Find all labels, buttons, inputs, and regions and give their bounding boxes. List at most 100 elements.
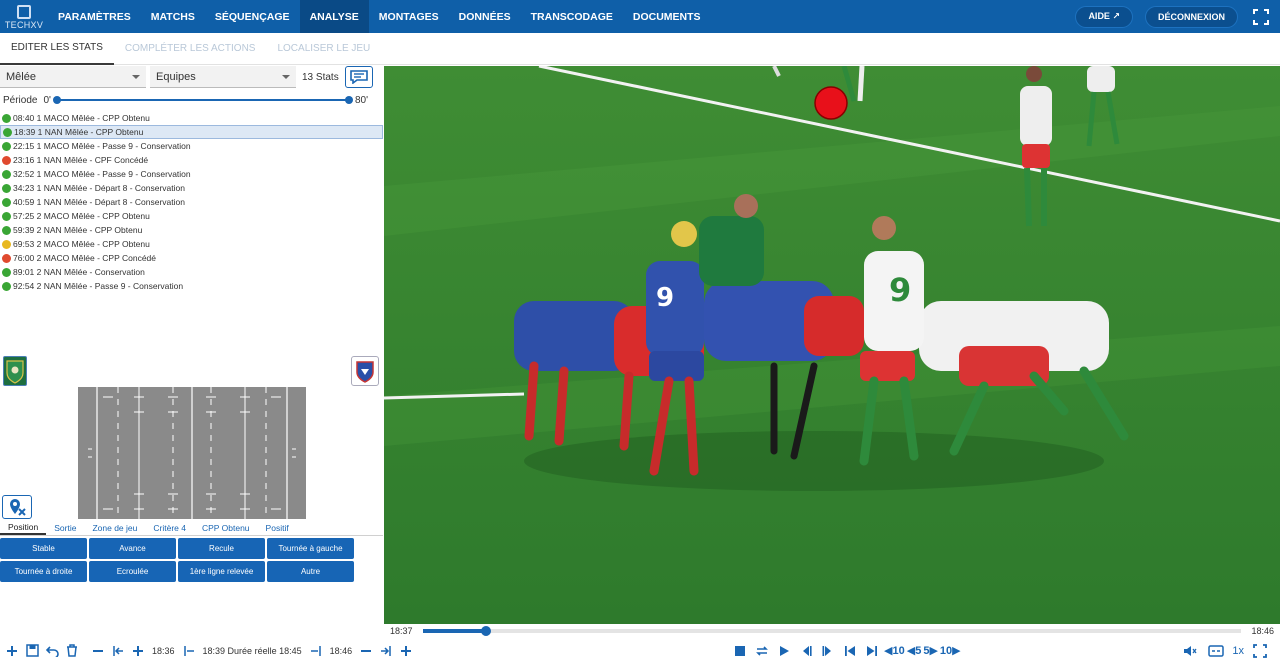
criteria-tab[interactable]: Critère 4: [145, 520, 194, 535]
nav-item[interactable]: ANALYSE: [299, 0, 369, 33]
sub-tab[interactable]: COMPLÉTER LES ACTIONS: [114, 33, 267, 65]
loop-icon[interactable]: [752, 641, 772, 661]
list-item[interactable]: 22:15 1 MACO Mêlée - Passe 9 - Conservat…: [0, 139, 383, 153]
nav-item[interactable]: MATCHS: [141, 0, 205, 33]
list-item[interactable]: 69:53 2 MACO Mêlée - CPP Obtenu: [0, 237, 383, 251]
top-nav: TECHXV PARAMÈTRES MATCHS SÉQUENÇAGE ANALYSE…: [0, 0, 1280, 33]
criteria-tab[interactable]: CPP Obtenu: [194, 520, 258, 535]
left-panel: Mêlée Equipes 13 Stats Période 0' 80' 08…: [0, 65, 383, 633]
nav-item[interactable]: DOCUMENTS: [623, 0, 711, 33]
skip-start-icon[interactable]: [840, 641, 860, 661]
fullscreen-icon[interactable]: [1250, 6, 1272, 28]
video-timeline: 18:37 18:46: [384, 624, 1280, 638]
locate-button[interactable]: [2, 495, 32, 519]
action-select[interactable]: Mêlée: [0, 66, 146, 88]
comment-button[interactable]: [344, 66, 373, 88]
list-item[interactable]: 18:39 1 NAN Mêlée - CPP Obtenu: [0, 125, 383, 139]
video-player[interactable]: 9 9: [384, 66, 1280, 624]
status-dot-icon: [3, 127, 12, 137]
right-controls: 1x: [1180, 638, 1270, 663]
rewind-5-button[interactable]: ◀5: [907, 644, 922, 657]
stop-icon[interactable]: [730, 641, 750, 661]
list-item[interactable]: 34:23 1 NAN Mêlée - Départ 8 - Conservat…: [0, 181, 383, 195]
action-button[interactable]: Stable: [0, 538, 87, 559]
nav-item[interactable]: TRANSCODAGE: [521, 0, 623, 33]
crest-icon: [6, 360, 24, 384]
timeline-handle[interactable]: [481, 626, 492, 636]
add-icon[interactable]: [2, 641, 22, 661]
list-item[interactable]: 89:01 2 NAN Mêlée - Conservation: [0, 265, 383, 279]
list-item[interactable]: 40:59 1 NAN Mêlée - Départ 8 - Conservat…: [0, 195, 383, 209]
team-select[interactable]: Equipes: [150, 66, 296, 88]
action-button[interactable]: Autre: [267, 561, 354, 582]
action-button[interactable]: 1ère ligne relevée: [178, 561, 265, 582]
status-dot-icon: [2, 155, 11, 165]
status-dot-icon: [2, 225, 11, 235]
save-icon[interactable]: [22, 641, 42, 661]
play-icon[interactable]: [774, 641, 794, 661]
logout-button[interactable]: DÉCONNEXION: [1144, 5, 1238, 28]
comment-icon: [349, 70, 368, 84]
mark-out-icon[interactable]: [376, 641, 396, 661]
event-label: 34:23 1 NAN Mêlée - Départ 8 - Conservat…: [13, 183, 185, 193]
status-dot-icon: [2, 267, 11, 277]
list-item[interactable]: 92:54 2 NAN Mêlée - Passe 9 - Conservati…: [0, 279, 383, 293]
timeline-track[interactable]: [422, 626, 1242, 636]
team-logo-nan[interactable]: [351, 356, 379, 386]
mute-icon[interactable]: [1180, 641, 1200, 661]
fullscreen-icon[interactable]: [1250, 641, 1270, 661]
plus-icon[interactable]: [396, 641, 416, 661]
frame-forward-icon[interactable]: [818, 641, 838, 661]
undo-icon[interactable]: [42, 641, 62, 661]
action-button[interactable]: Tournée à droite: [0, 561, 87, 582]
trash-icon[interactable]: [62, 641, 82, 661]
mark-out-icon[interactable]: [306, 641, 326, 661]
action-button[interactable]: Ecroulée: [89, 561, 176, 582]
periode-slider-min-handle[interactable]: [52, 96, 61, 104]
mark-in-icon[interactable]: [179, 641, 199, 661]
frame-back-icon[interactable]: [796, 641, 816, 661]
list-item[interactable]: 76:00 2 MACO Mêlée - CPP Concédé: [0, 251, 383, 265]
skip-end-icon[interactable]: [862, 641, 882, 661]
periode-slider-max-handle[interactable]: [344, 96, 353, 104]
sub-tab[interactable]: LOCALISER LE JEU: [266, 33, 381, 65]
status-dot-icon: [2, 183, 11, 193]
sub-tab[interactable]: EDITER LES STATS: [0, 33, 114, 65]
status-dot-icon: [2, 197, 11, 207]
list-item[interactable]: 57:25 2 MACO Mêlée - CPP Obtenu: [0, 209, 383, 223]
list-item[interactable]: 59:39 2 NAN Mêlée - CPP Obtenu: [0, 223, 383, 237]
criteria-tab[interactable]: Zone de jeu: [84, 520, 145, 535]
action-button[interactable]: Tournée à gauche: [267, 538, 354, 559]
criteria-tab[interactable]: Sortie: [46, 520, 84, 535]
events-list: 08:40 1 MACO Mêlée - CPP Obtenu 18:39 1 N…: [0, 111, 383, 293]
app-logo[interactable]: TECHXV: [0, 0, 48, 33]
sub-tabs: EDITER LES STATS COMPLÉTER LES ACTIONS LOC…: [0, 33, 1280, 65]
mark-in-icon[interactable]: [108, 641, 128, 661]
list-item[interactable]: 08:40 1 MACO Mêlée - CPP Obtenu: [0, 111, 383, 125]
team-logo-maco[interactable]: [3, 356, 27, 386]
list-item[interactable]: 32:52 1 MACO Mêlée - Passe 9 - Conservat…: [0, 167, 383, 181]
action-button[interactable]: Recule: [178, 538, 265, 559]
forward-10-button[interactable]: 10▶: [940, 644, 961, 657]
list-item[interactable]: 23:16 1 NAN Mêlée - CPF Concédé: [0, 153, 383, 167]
criteria-tab[interactable]: Position: [0, 520, 47, 535]
help-button[interactable]: AIDE ↗: [1075, 5, 1133, 28]
minus-icon[interactable]: [88, 641, 108, 661]
shield-icon: [356, 361, 374, 383]
nav-item[interactable]: MONTAGES: [369, 0, 449, 33]
subtitles-icon[interactable]: [1206, 641, 1226, 661]
forward-5-button[interactable]: 5▶: [923, 644, 938, 657]
nav-item[interactable]: PARAMÈTRES: [48, 0, 141, 33]
minus-icon[interactable]: [356, 641, 376, 661]
criteria-tab[interactable]: Positif: [258, 520, 297, 535]
logo-mark-icon: [17, 5, 31, 19]
rugby-field[interactable]: [78, 387, 306, 519]
action-button[interactable]: Avance: [89, 538, 176, 559]
plus-icon[interactable]: [128, 641, 148, 661]
speed-control[interactable]: 1x: [1232, 645, 1244, 657]
rewind-10-button[interactable]: ◀10: [884, 644, 905, 657]
nav-item[interactable]: DONNÉES: [449, 0, 521, 33]
clip-duration: 18:39 Durée réelle 18:45: [202, 645, 302, 656]
nav-item[interactable]: SÉQUENÇAGE: [205, 0, 300, 33]
periode-slider[interactable]: [52, 96, 353, 104]
